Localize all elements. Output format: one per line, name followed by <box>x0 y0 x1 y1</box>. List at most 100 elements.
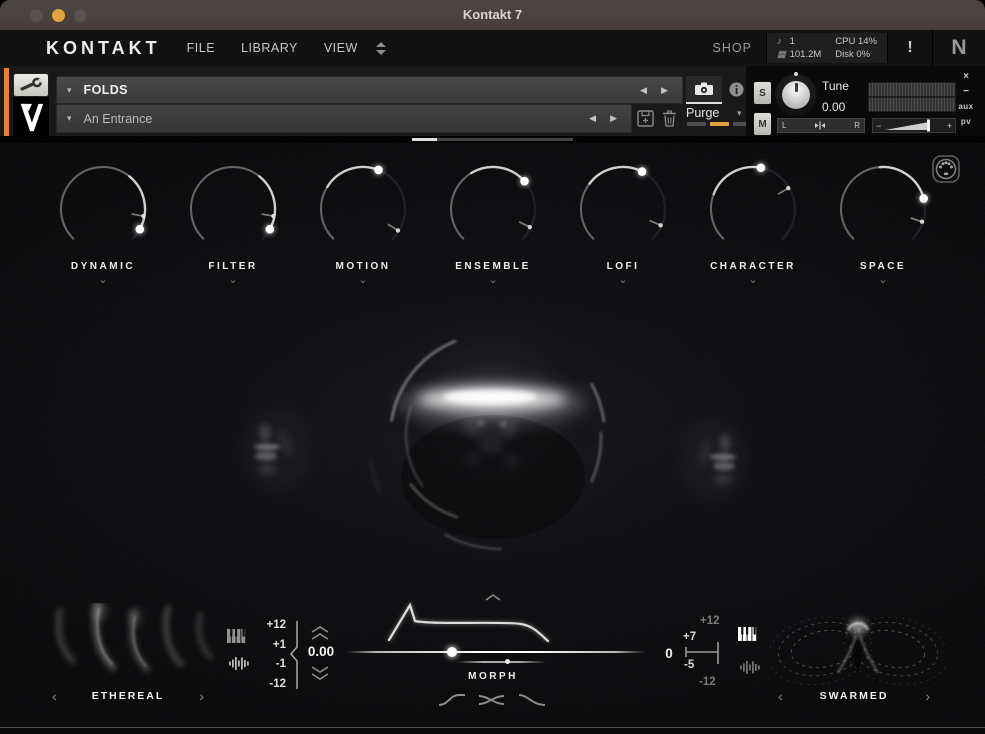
morph-slider-track[interactable] <box>346 651 646 653</box>
knob-dropdown-chevron[interactable]: ⌄ <box>558 275 688 285</box>
ghost-face-right <box>655 405 765 520</box>
transpose-option[interactable]: +1 <box>250 636 286 656</box>
right-layer-value[interactable]: 0 <box>660 646 678 661</box>
instrument-name[interactable]: FOLDS <box>84 83 128 97</box>
midi-assign-button[interactable] <box>930 153 962 190</box>
level-meter-left <box>868 82 956 97</box>
morph-fine-track[interactable] <box>456 661 546 663</box>
next-patch-arrow[interactable]: ▶ <box>610 113 617 124</box>
voices-count: 1 <box>790 36 795 47</box>
snapshot-view-tab[interactable] <box>686 76 722 104</box>
knob-space: SPACE ⌄ <box>818 159 948 285</box>
left-value-up-stepper[interactable] <box>309 625 331 641</box>
knob-dropdown-chevron[interactable]: ⌄ <box>688 275 818 285</box>
cpu-usage: CPU 14% <box>835 36 877 47</box>
transpose-option[interactable]: -1 <box>250 655 286 675</box>
right-keys-mode-icon[interactable] <box>737 627 761 642</box>
warning-button[interactable]: ! <box>888 39 932 57</box>
tune-value[interactable]: 0.00 <box>822 100 845 114</box>
right-audio-mode-icon[interactable] <box>739 660 761 675</box>
left-layer-prev-arrow[interactable]: ‹ <box>52 689 57 703</box>
menu-file[interactable]: FILE <box>187 41 215 55</box>
tune-knob[interactable] <box>775 74 817 116</box>
right-outer-high[interactable]: +12 <box>700 615 720 627</box>
knob-dropdown-chevron[interactable]: ⌄ <box>818 275 948 285</box>
prev-patch-arrow[interactable]: ◀ <box>589 113 596 124</box>
transpose-option[interactable]: +12 <box>250 616 286 636</box>
kontakt-logo: KONTAKT <box>46 38 161 59</box>
morph-ramp-down-icon[interactable] <box>517 692 547 707</box>
right-layer-name[interactable]: SWARMED <box>820 690 889 702</box>
morph-slider[interactable] <box>346 646 646 658</box>
left-audio-mode-icon[interactable] <box>228 656 250 671</box>
purge-dropdown[interactable]: Purge <box>686 106 719 120</box>
morph-crossfade-icon[interactable] <box>477 692 507 707</box>
volume-plus[interactable]: + <box>947 121 952 131</box>
volume-slider[interactable]: − + <box>872 118 956 133</box>
menu-view[interactable]: VIEW <box>324 41 358 55</box>
knob-filter-dial[interactable] <box>178 159 288 259</box>
knob-ensemble-dial[interactable] <box>438 159 548 259</box>
next-instrument-arrow[interactable]: ▶ <box>661 85 668 96</box>
purge-caret-icon[interactable]: ▾ <box>737 108 742 119</box>
knob-space-dial[interactable] <box>828 159 938 259</box>
remove-instrument-button[interactable] <box>659 106 679 130</box>
titlebar: Kontakt 7 <box>0 0 985 31</box>
collapse-button[interactable]: − <box>951 86 981 97</box>
knob-character-dial[interactable] <box>698 159 808 259</box>
info-icon <box>729 82 744 97</box>
pan-slider[interactable]: L R <box>777 118 865 133</box>
transpose-option[interactable]: -12 <box>250 675 286 695</box>
knob-dropdown-chevron[interactable]: ⌄ <box>298 275 428 285</box>
level-meter-right <box>868 97 956 112</box>
envelope-display[interactable] <box>383 600 563 646</box>
instrument-header-row[interactable]: ▾ FOLDS ◀ ▶ <box>56 76 683 104</box>
left-layer-next-arrow[interactable]: › <box>199 689 204 703</box>
ni-logo-box[interactable]: N <box>932 30 985 66</box>
purge-indicator-left <box>687 122 706 126</box>
knob-lofi-dial[interactable] <box>568 159 678 259</box>
knob-filter: FILTER⌄ <box>168 159 298 285</box>
patch-caret[interactable]: ▾ <box>67 113 72 124</box>
remove-button[interactable]: × <box>951 71 981 82</box>
mute-button[interactable]: M <box>753 112 772 136</box>
knob-dropdown-chevron[interactable]: ⌄ <box>428 275 558 285</box>
left-value-down-stepper[interactable] <box>309 665 331 681</box>
knob-label: SPACE <box>818 261 948 272</box>
envelope-up-chevron[interactable] <box>484 593 502 601</box>
left-layer-value[interactable]: 0.00 <box>298 644 344 659</box>
save-patch-button[interactable] <box>634 106 656 130</box>
left-keys-mode-icon[interactable] <box>226 629 250 644</box>
morph-slider-handle[interactable] <box>447 647 457 657</box>
left-layer-name[interactable]: ETHEREAL <box>92 690 165 702</box>
solo-button[interactable]: S <box>753 81 772 105</box>
knob-dynamic-dial[interactable] <box>48 159 158 259</box>
ghost-face-left <box>225 395 335 510</box>
knob-dropdown-chevron[interactable]: ⌄ <box>168 275 298 285</box>
tune-label: Tune <box>822 79 849 93</box>
morph-fine-slider[interactable] <box>456 658 546 666</box>
rack-scrollbar-thumb[interactable] <box>412 138 437 141</box>
patch-name[interactable]: An Entrance <box>84 112 153 126</box>
menu-library[interactable]: LIBRARY <box>241 41 298 55</box>
edit-instrument-button[interactable] <box>13 73 49 97</box>
shop-link[interactable]: SHOP <box>713 41 752 55</box>
knob-motion: MOTION⌄ <box>298 159 428 285</box>
purge-indicator-center <box>710 122 729 126</box>
volume-minus[interactable]: − <box>876 121 881 131</box>
aux-button[interactable]: aux <box>951 102 981 111</box>
right-layer-prev-arrow[interactable]: ‹ <box>778 689 783 703</box>
knob-motion-dial[interactable] <box>308 159 418 259</box>
knob-dropdown-chevron[interactable]: ⌄ <box>38 275 168 285</box>
morph-ramp-up-icon[interactable] <box>437 692 467 707</box>
prev-instrument-arrow[interactable]: ◀ <box>640 85 647 96</box>
right-layer-next-arrow[interactable]: › <box>925 689 930 703</box>
save-icon <box>637 110 654 127</box>
collapse-instrument-caret[interactable]: ▾ <box>67 85 72 96</box>
header-collapse-toggle[interactable] <box>376 42 386 55</box>
patch-header-row[interactable]: ▾ An Entrance ◀ ▶ <box>56 104 632 133</box>
morph-fine-handle[interactable] <box>505 659 510 664</box>
knob-label: CHARACTER <box>688 261 818 272</box>
right-outer-low[interactable]: -12 <box>699 676 716 688</box>
info-view-tab[interactable] <box>726 78 746 100</box>
